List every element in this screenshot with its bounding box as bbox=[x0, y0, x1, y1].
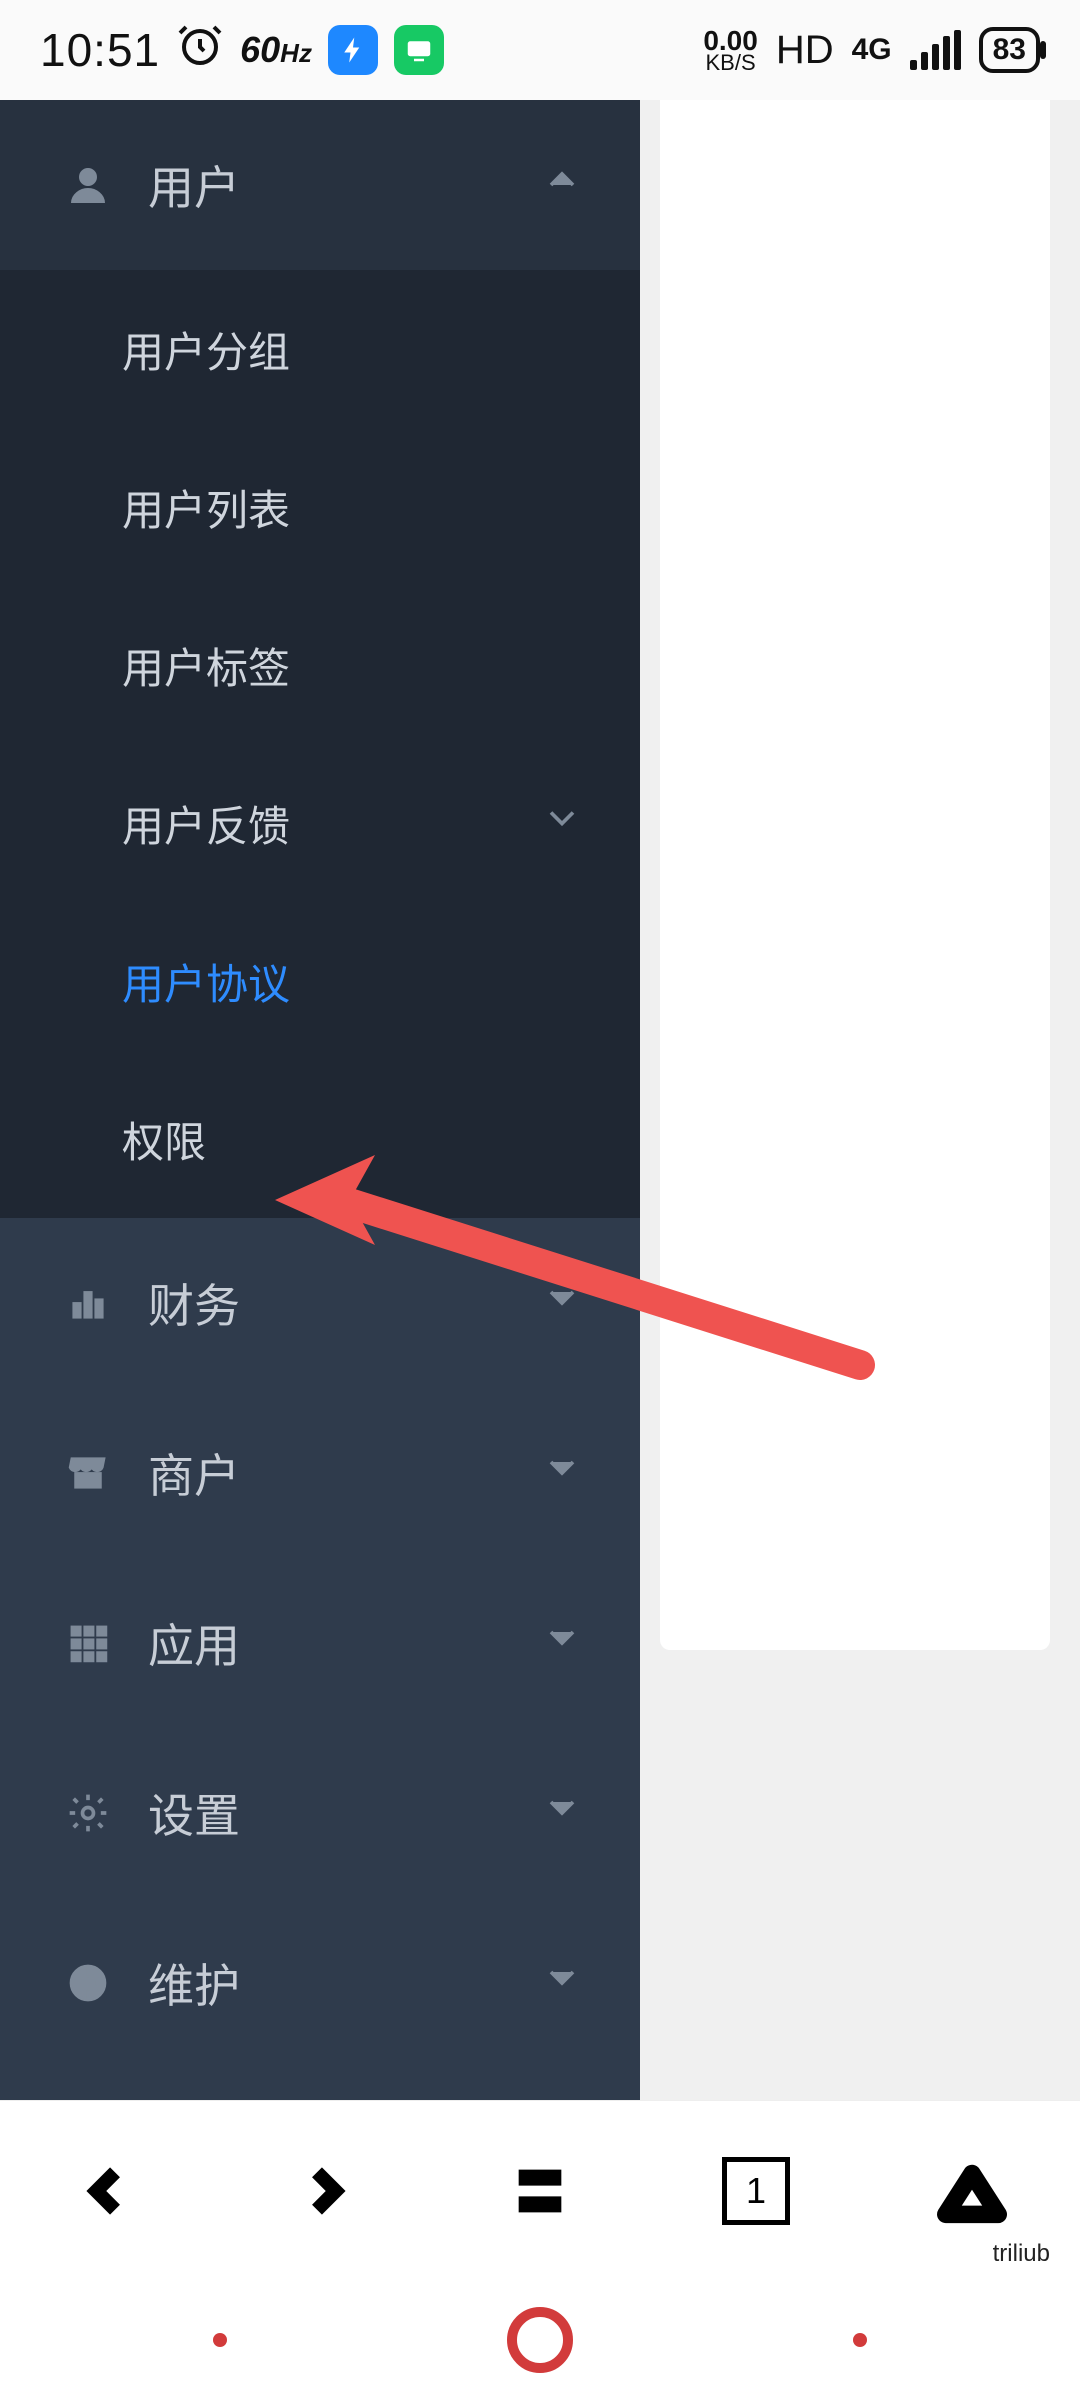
sidebar-item-user-feedback[interactable]: 用户反馈 bbox=[0, 744, 640, 902]
sidebar-item-user-agreement[interactable]: 用户协议 bbox=[0, 902, 640, 1060]
sidebar-section-label: 应用 bbox=[148, 1610, 240, 1676]
sidebar-item-user-tags[interactable]: 用户标签 bbox=[0, 586, 640, 744]
signal-icon bbox=[910, 30, 961, 70]
system-nav[interactable] bbox=[0, 2280, 1080, 2400]
sidebar-item-label: 权限 bbox=[122, 1109, 206, 1170]
sidebar-section-finance[interactable]: 财务 bbox=[0, 1218, 640, 1388]
sidebar-section-label: 财务 bbox=[148, 1270, 240, 1336]
user-icon bbox=[60, 161, 116, 209]
sidebar-item-label: 用户列表 bbox=[122, 477, 290, 538]
content-area: 用户 用户分组 用户列表 用户标签 用户反馈 用户协议 bbox=[0, 100, 1080, 2200]
status-left: 10:51 60Hz bbox=[40, 21, 444, 80]
chevron-down-icon bbox=[540, 1786, 584, 1841]
home-button[interactable] bbox=[927, 2146, 1017, 2236]
gear-icon bbox=[60, 1791, 116, 1835]
sidebar-item-label: 用户标签 bbox=[122, 635, 290, 696]
network-speed: 0.00 KB/S bbox=[703, 28, 758, 73]
network-gen: 4G bbox=[852, 33, 892, 67]
back-button[interactable] bbox=[63, 2146, 153, 2236]
sidebar-item-permissions[interactable]: 权限 bbox=[0, 1060, 640, 1218]
sidebar-section-label: 用户 bbox=[148, 152, 240, 218]
battery-icon: 83 bbox=[979, 27, 1040, 73]
chevron-down-icon bbox=[540, 1956, 584, 2011]
alarm-icon bbox=[176, 21, 224, 80]
nav-home-ring[interactable] bbox=[507, 2307, 573, 2373]
sidebar-nav: 用户 用户分组 用户列表 用户标签 用户反馈 用户协议 bbox=[0, 100, 640, 2130]
sidebar-item-user-groups[interactable]: 用户分组 bbox=[0, 270, 640, 428]
chevron-down-icon bbox=[540, 1276, 584, 1331]
store-icon bbox=[60, 1451, 116, 1495]
status-bar: 10:51 60Hz 0.00 KB/S HD 4G 83 bbox=[0, 0, 1080, 100]
main-panel bbox=[660, 100, 1050, 1650]
menu-button[interactable] bbox=[495, 2146, 585, 2236]
forward-button[interactable] bbox=[279, 2146, 369, 2236]
tab-count: 1 bbox=[746, 2170, 766, 2212]
sidebar-section-label: 设置 bbox=[148, 1780, 240, 1846]
chevron-down-icon bbox=[540, 1446, 584, 1501]
lifesaver-icon bbox=[60, 1961, 116, 2005]
hd-indicator: HD bbox=[776, 28, 834, 73]
clock: 10:51 bbox=[40, 23, 160, 77]
sidebar-section-merchant[interactable]: 商户 bbox=[0, 1388, 640, 1558]
user-submenu: 用户分组 用户列表 用户标签 用户反馈 用户协议 权限 bbox=[0, 270, 640, 1218]
sidebar-section-label: 维护 bbox=[148, 1950, 240, 2016]
browser-toolbar: 1 bbox=[0, 2100, 1080, 2280]
sidebar-item-label: 用户反馈 bbox=[122, 793, 290, 854]
nav-dot-right bbox=[853, 2333, 867, 2347]
sidebar-section-user[interactable]: 用户 bbox=[0, 100, 640, 270]
nav-dot-left bbox=[213, 2333, 227, 2347]
sidebar-section-apps[interactable]: 应用 bbox=[0, 1558, 640, 1728]
refresh-rate: 60Hz bbox=[240, 29, 312, 71]
chevron-up-icon bbox=[540, 158, 584, 213]
watermark: triliub bbox=[993, 2240, 1050, 2268]
chevron-down-icon bbox=[540, 1616, 584, 1671]
grid-icon bbox=[60, 1621, 116, 1665]
tabs-button[interactable]: 1 bbox=[711, 2146, 801, 2236]
chart-bar-icon bbox=[60, 1281, 116, 1325]
sidebar-item-user-list[interactable]: 用户列表 bbox=[0, 428, 640, 586]
sidebar-section-maintenance[interactable]: 维护 bbox=[0, 1898, 640, 2068]
bolt-icon bbox=[328, 25, 378, 75]
sidebar-section-label: 商户 bbox=[148, 1440, 240, 1506]
chevron-down-icon bbox=[540, 796, 584, 850]
sidebar-item-label: 用户分组 bbox=[122, 319, 290, 380]
sidebar-section-settings[interactable]: 设置 bbox=[0, 1728, 640, 1898]
sidebar-item-label: 用户协议 bbox=[122, 951, 290, 1012]
message-icon bbox=[394, 25, 444, 75]
status-right: 0.00 KB/S HD 4G 83 bbox=[703, 27, 1040, 73]
